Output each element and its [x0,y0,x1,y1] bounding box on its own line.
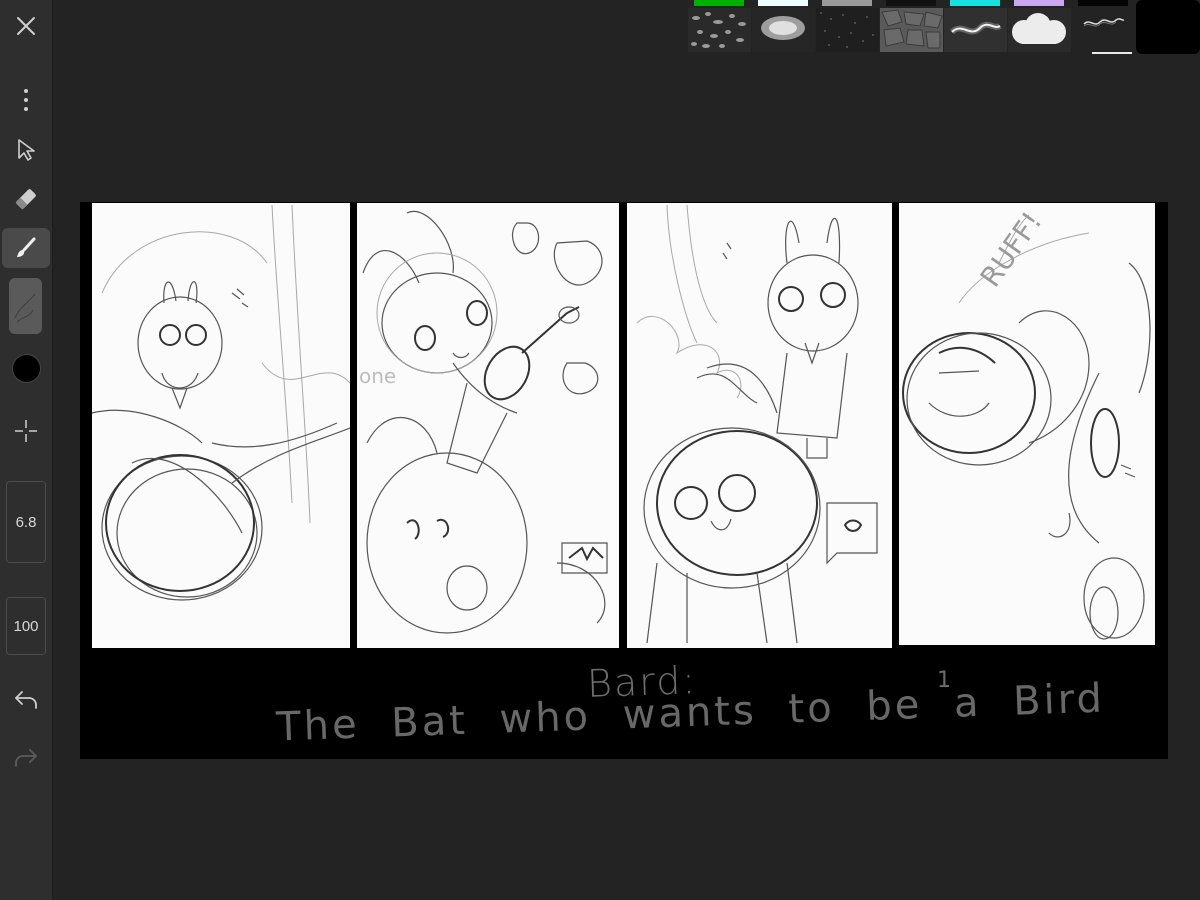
leaf-texture-brush-icon [688,8,751,52]
eraser-icon[interactable] [2,179,50,219]
brush-color-swatch [950,0,1000,6]
comic-panel-1 [92,203,350,648]
brush-icon[interactable] [2,228,50,268]
brush-noise-texture[interactable] [816,0,880,54]
left-toolbar: 6.8 100 [0,0,53,900]
brush-color-swatch [1078,0,1128,6]
more-options-icon[interactable] [2,80,50,120]
pencil-line-brush-icon [1072,8,1135,52]
soft-airbrush-icon [752,8,815,52]
cloud-brush-icon [1008,8,1071,52]
brush-glow-line[interactable] [944,0,1008,54]
color-picker-swatch[interactable] [1136,0,1200,54]
drawing-canvas[interactable]: one RUFF! Bard: The Bat who wants to be … [80,202,1168,759]
opacity-value: 100 [13,617,39,635]
brush-color-swatch [758,0,808,6]
brush-leaf-texture[interactable] [688,0,752,54]
brush-size-value: 6.8 [15,513,37,531]
noise-texture-brush-icon [816,8,879,52]
panel-4-sketch: RUFF! [902,206,1151,640]
glow-line-brush-icon [944,8,1007,52]
undo-icon[interactable] [2,680,50,720]
brush-color-swatch [1014,0,1064,6]
brush-color-swatch [886,0,936,6]
brush-preview[interactable] [9,278,42,334]
stone-texture-brush-icon [880,8,943,52]
select-arrow-icon[interactable] [2,130,50,170]
current-color-swatch[interactable] [12,354,41,383]
selected-brush-indicator [1092,52,1132,54]
panel-2-sketch: one [359,210,608,634]
redo-icon[interactable] [2,738,50,778]
opacity-slider[interactable]: 100 [6,597,46,655]
close-icon[interactable] [2,6,50,46]
brush-size-slider[interactable]: 6.8 [6,481,46,563]
panel-1-sketch [92,204,350,601]
panel-text-one: one [359,364,396,388]
brush-library-strip [688,0,1136,54]
drawing-app: 6.8 100 one RUFF! Bard: The Bat who want… [0,0,1200,900]
page-number: 1 [937,668,951,693]
brush-color-swatch [694,0,744,6]
brush-color-swatch [822,0,872,6]
brush-stone-texture[interactable] [880,0,944,54]
comic-panel-3 [627,203,892,648]
panel-3-sketch [636,204,878,644]
panel-text-ruff: RUFF! [974,206,1049,293]
brush-pencil-line[interactable] [1072,0,1136,54]
comic-panel-4: RUFF! [899,203,1155,645]
brush-cloud[interactable] [1008,0,1072,54]
brush-soft-airbrush[interactable] [752,0,816,54]
comic-panel-2: one [357,203,619,648]
transform-crosshair-icon[interactable] [2,411,50,451]
